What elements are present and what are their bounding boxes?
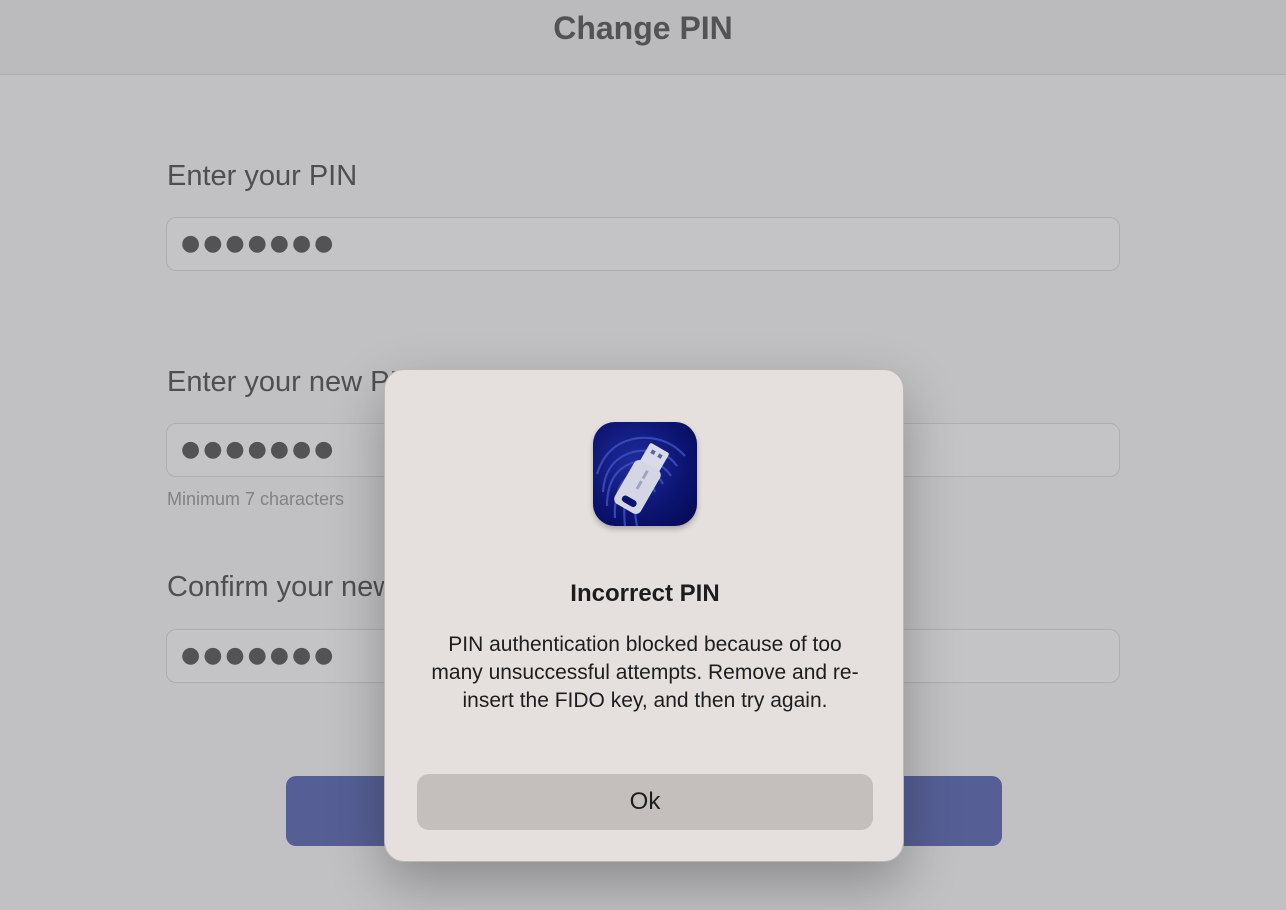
- dialog-title: Incorrect PIN: [570, 580, 720, 607]
- incorrect-pin-dialog: Incorrect PIN PIN authentication blocked…: [384, 369, 904, 862]
- ok-button[interactable]: Ok: [417, 774, 873, 830]
- dialog-message: PIN authentication blocked because of to…: [431, 633, 859, 712]
- usb-key-fingerprint-icon: [593, 422, 697, 526]
